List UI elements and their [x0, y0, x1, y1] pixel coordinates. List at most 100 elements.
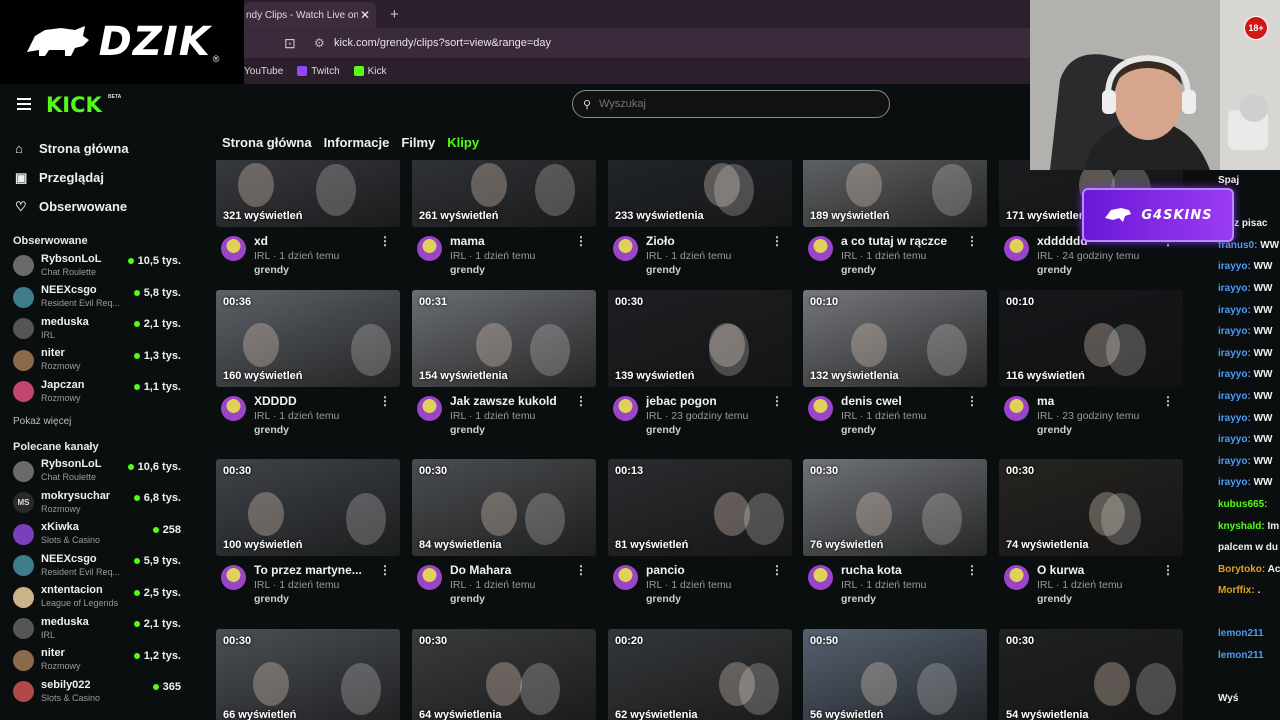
tab-informacje[interactable]: Informacje — [324, 135, 390, 150]
more-options-icon[interactable]: ⋮ — [771, 563, 783, 577]
clip-author[interactable]: grendy — [1037, 263, 1167, 278]
menu-icon[interactable] — [17, 98, 31, 110]
channel-row[interactable]: xKiwka Slots & Casino 258 — [0, 519, 196, 551]
more-options-icon[interactable]: ⋮ — [771, 394, 783, 408]
clip-thumbnail[interactable]: 00:13 81 wyświetleń — [608, 459, 792, 556]
new-tab-button[interactable]: + — [390, 6, 399, 23]
avatar[interactable] — [613, 396, 638, 421]
bookmark-icon[interactable]: ⊡ — [284, 35, 304, 52]
channel-row[interactable]: Japczan Rozmowy 1,1 tys. — [0, 376, 196, 408]
chat-username[interactable]: irayyo: — [1218, 391, 1251, 402]
bookmark-youtube[interactable]: YouTube — [244, 66, 283, 77]
clip-card[interactable]: 00:30 66 wyświetleń — [216, 629, 400, 720]
clip-card[interactable]: 00:50 56 wyświetleń — [803, 629, 987, 720]
close-tab-icon[interactable]: ✕ — [358, 8, 372, 22]
chat-username[interactable]: irayyo: — [1218, 348, 1251, 359]
chat-username[interactable]: irayyo: — [1218, 456, 1251, 467]
clip-thumbnail[interactable]: 189 wyświetleń — [803, 160, 987, 227]
avatar[interactable] — [808, 236, 833, 261]
clip-thumbnail[interactable]: 00:30 139 wyświetleń — [608, 290, 792, 387]
avatar[interactable] — [417, 236, 442, 261]
clip-author[interactable]: grendy — [254, 423, 384, 438]
clip-author[interactable]: grendy — [254, 263, 384, 278]
avatar[interactable] — [613, 565, 638, 590]
bookmark-kick[interactable]: Kick — [353, 66, 387, 77]
clip-thumbnail[interactable]: 00:50 56 wyświetleń — [803, 629, 987, 720]
channel-row[interactable]: sebily022 Slots & Casino 365 — [0, 676, 196, 708]
clip-title[interactable]: denis cwel — [841, 394, 971, 409]
clip-title[interactable]: O kurwa — [1037, 563, 1167, 578]
clip-thumbnail[interactable]: 00:10 132 wyświetlenia — [803, 290, 987, 387]
sidebar-item-przeglądaj[interactable]: ▣ Przeglądaj — [0, 163, 196, 192]
clip-card[interactable]: 00:13 81 wyświetleń pancio IRL · 1 dzień te… — [608, 459, 792, 607]
clip-author[interactable]: grendy — [646, 592, 776, 607]
clip-author[interactable]: grendy — [841, 423, 971, 438]
clip-thumbnail[interactable]: 00:30 76 wyświetleń — [803, 459, 987, 556]
clip-title[interactable]: pancio — [646, 563, 776, 578]
clip-card[interactable]: 189 wyświetleń a co tutaj w rączce IRL · 1… — [803, 160, 987, 278]
clip-author[interactable]: grendy — [841, 263, 971, 278]
clip-thumbnail[interactable]: 00:30 74 wyświetlenia — [999, 459, 1183, 556]
avatar[interactable] — [221, 236, 246, 261]
chat-username[interactable]: irayyo: — [1218, 434, 1251, 445]
chat-username[interactable]: lemon211 — [1218, 650, 1264, 661]
avatar[interactable] — [808, 396, 833, 421]
clip-author[interactable]: grendy — [450, 263, 580, 278]
clip-title[interactable]: a co tutaj w rączce — [841, 234, 971, 249]
more-options-icon[interactable]: ⋮ — [575, 394, 587, 408]
chat-username[interactable]: irayyo: — [1218, 326, 1251, 337]
avatar[interactable] — [808, 565, 833, 590]
more-options-icon[interactable]: ⋮ — [966, 234, 978, 248]
clip-thumbnail[interactable]: 00:10 116 wyświetleń — [999, 290, 1183, 387]
clip-title[interactable]: ma — [1037, 394, 1167, 409]
clip-title[interactable]: To przez martyne... — [254, 563, 384, 578]
clip-card[interactable]: 00:30 74 wyświetlenia O kurwa IRL · 1 dzień… — [999, 459, 1183, 607]
avatar[interactable] — [417, 396, 442, 421]
channel-row[interactable]: meduska IRL 2,1 tys. — [0, 313, 196, 345]
clip-author[interactable]: grendy — [1037, 592, 1167, 607]
tab-filmy[interactable]: Filmy — [401, 135, 435, 150]
tab-klipy[interactable]: Klipy — [447, 135, 479, 150]
more-options-icon[interactable]: ⋮ — [575, 563, 587, 577]
search-input[interactable] — [599, 98, 859, 110]
clip-title[interactable]: jebac pogon — [646, 394, 776, 409]
clip-title[interactable]: rucha kota — [841, 563, 971, 578]
clip-card[interactable]: 00:30 64 wyświetlenia — [412, 629, 596, 720]
chat-username[interactable]: irayyo: — [1218, 413, 1251, 424]
clip-card[interactable]: 00:30 76 wyświetleń rucha kota IRL · 1 dzie… — [803, 459, 987, 607]
avatar[interactable] — [417, 565, 442, 590]
clip-author[interactable]: grendy — [646, 423, 776, 438]
channel-row[interactable]: meduska IRL 2,1 tys. — [0, 613, 196, 645]
clip-card[interactable]: 261 wyświetleń mama IRL · 1 dzień temu gren… — [412, 160, 596, 278]
more-options-icon[interactable]: ⋮ — [1162, 394, 1174, 408]
url-text[interactable]: kick.com/grendy/clips?sort=view&range=da… — [334, 37, 551, 49]
clip-thumbnail[interactable]: 00:30 66 wyświetleń — [216, 629, 400, 720]
clip-thumbnail[interactable]: 00:30 100 wyświetleń — [216, 459, 400, 556]
show-more-link[interactable]: Pokaż więcej — [0, 416, 196, 427]
kick-logo[interactable]: KICK — [46, 93, 102, 117]
clip-card[interactable]: 321 wyświetleń xd IRL · 1 dzień temu grendy… — [216, 160, 400, 278]
avatar[interactable] — [1004, 396, 1029, 421]
chat-username[interactable]: irayyo: — [1218, 261, 1251, 272]
chat-username[interactable]: irayyo: — [1218, 283, 1251, 294]
clip-thumbnail[interactable]: 00:20 62 wyświetlenia — [608, 629, 792, 720]
clip-card[interactable]: 00:30 139 wyświetleń jebac pogon IRL · 23 g… — [608, 290, 792, 438]
more-options-icon[interactable]: ⋮ — [575, 234, 587, 248]
more-options-icon[interactable]: ⋮ — [379, 563, 391, 577]
clip-author[interactable]: grendy — [450, 423, 580, 438]
clip-author[interactable]: grendy — [254, 592, 384, 607]
chat-username[interactable]: lemon211 — [1218, 628, 1264, 639]
clip-author[interactable]: grendy — [646, 263, 776, 278]
channel-row[interactable]: niter Rozmowy 1,2 tys. — [0, 645, 196, 677]
chat-username[interactable]: irayyo: — [1218, 305, 1251, 316]
more-options-icon[interactable]: ⋮ — [966, 394, 978, 408]
clip-title[interactable]: XDDDD — [254, 394, 384, 409]
clip-author[interactable]: grendy — [450, 592, 580, 607]
clip-thumbnail[interactable]: 261 wyświetleń — [412, 160, 596, 227]
clip-card[interactable]: 00:20 62 wyświetlenia — [608, 629, 792, 720]
avatar[interactable] — [221, 396, 246, 421]
clip-thumbnail[interactable]: 00:30 84 wyświetlenia — [412, 459, 596, 556]
avatar[interactable] — [613, 236, 638, 261]
more-options-icon[interactable]: ⋮ — [771, 234, 783, 248]
more-options-icon[interactable]: ⋮ — [379, 394, 391, 408]
